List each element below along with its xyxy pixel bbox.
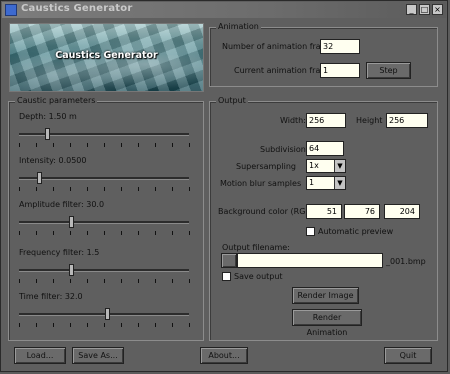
bg-red-input[interactable]: 51 <box>306 204 342 219</box>
browse-button[interactable] <box>221 253 237 268</box>
output-group: Output Width: 256 Height 256 Subdivision… <box>209 96 438 341</box>
about-button[interactable]: About... <box>200 347 248 364</box>
bg-blue-input[interactable]: 204 <box>384 204 420 219</box>
supersampling-select[interactable]: 1x ▼ <box>306 159 346 173</box>
subdivisions-input[interactable]: 64 <box>306 141 344 156</box>
slider-label: Time filter: 32.0 <box>19 292 83 301</box>
slider-label: Amplitude filter: 30.0 <box>19 200 105 209</box>
subdivisions-label: Subdivisions <box>260 145 311 154</box>
output-filename-label: Output filename: <box>222 243 290 252</box>
slider-ticks <box>19 143 190 147</box>
slider-thumb[interactable] <box>45 128 50 140</box>
current-frame-label: Current animation frame <box>234 66 334 75</box>
output-filename-input[interactable] <box>237 253 383 268</box>
automatic-preview-checkbox[interactable] <box>306 227 315 236</box>
slider-track[interactable] <box>19 177 189 180</box>
render-animation-button[interactable]: Render Animation <box>292 309 362 337</box>
title-bar[interactable]: Caustics Generator _ □ × <box>2 2 446 18</box>
slider-track[interactable] <box>19 221 189 224</box>
load-button[interactable]: Load... <box>14 347 66 364</box>
height-input[interactable]: 256 <box>386 113 428 128</box>
save-output-checkbox[interactable] <box>222 272 231 281</box>
quit-button[interactable]: Quit <box>384 347 432 364</box>
maximize-button[interactable]: □ <box>419 4 430 15</box>
chevron-down-icon[interactable]: ▼ <box>334 177 345 189</box>
banner-title: Caustics Generator <box>55 50 158 61</box>
slider-thumb[interactable] <box>37 172 42 184</box>
minimize-button[interactable]: _ <box>406 4 417 15</box>
height-label: Height <box>356 116 383 125</box>
bg-green-input[interactable]: 76 <box>344 204 380 219</box>
slider-thumb[interactable] <box>69 264 74 276</box>
animation-group-label: Animation <box>216 22 261 31</box>
app-icon <box>5 4 17 16</box>
background-color-label: Background color (RGB): <box>218 207 317 216</box>
close-button[interactable]: × <box>432 4 443 15</box>
caustic-parameters-group: Caustic parameters Depth: 1.50 m Intensit… <box>8 96 204 341</box>
slider-label: Frequency filter: 1.5 <box>19 248 100 257</box>
window-title: Caustics Generator <box>21 3 133 14</box>
motion-blur-value: 1 <box>309 178 315 187</box>
automatic-preview-label: Automatic preview <box>318 227 394 236</box>
current-frame-input[interactable]: 1 <box>320 63 360 78</box>
motion-blur-label: Motion blur samples <box>220 179 302 188</box>
step-button[interactable]: Step <box>366 62 411 79</box>
filename-suffix: _001.bmp <box>386 257 426 266</box>
supersampling-value: 1x <box>309 161 319 170</box>
slider-thumb[interactable] <box>69 216 74 228</box>
frames-input[interactable]: 32 <box>320 39 360 54</box>
slider-track[interactable] <box>19 313 189 316</box>
animation-group: Animation Number of animation frames: 32… <box>209 22 438 87</box>
slider-ticks <box>19 231 190 235</box>
slider-track[interactable] <box>19 269 189 272</box>
slider-ticks <box>19 279 190 283</box>
chevron-down-icon[interactable]: ▼ <box>334 160 345 172</box>
save-as-button[interactable]: Save As... <box>72 347 124 364</box>
caustic-group-label: Caustic parameters <box>15 96 98 105</box>
width-label: Width: <box>280 116 306 125</box>
motion-blur-select[interactable]: 1 ▼ <box>306 176 346 190</box>
output-group-label: Output <box>216 96 248 105</box>
caustics-generator-window: Caustics Generator _ □ × Caustics Genera… <box>0 0 448 372</box>
width-input[interactable]: 256 <box>306 113 346 128</box>
slider-ticks <box>19 187 190 191</box>
render-image-button[interactable]: Render Image <box>292 287 359 304</box>
save-output-label: Save output <box>234 272 283 281</box>
slider-ticks <box>19 323 190 327</box>
supersampling-label: Supersampling <box>236 162 296 171</box>
caustics-banner-image: Caustics Generator <box>9 23 204 92</box>
slider-label: Intensity: 0.0500 <box>19 156 87 165</box>
slider-thumb[interactable] <box>105 308 110 320</box>
slider-label: Depth: 1.50 m <box>19 112 77 121</box>
